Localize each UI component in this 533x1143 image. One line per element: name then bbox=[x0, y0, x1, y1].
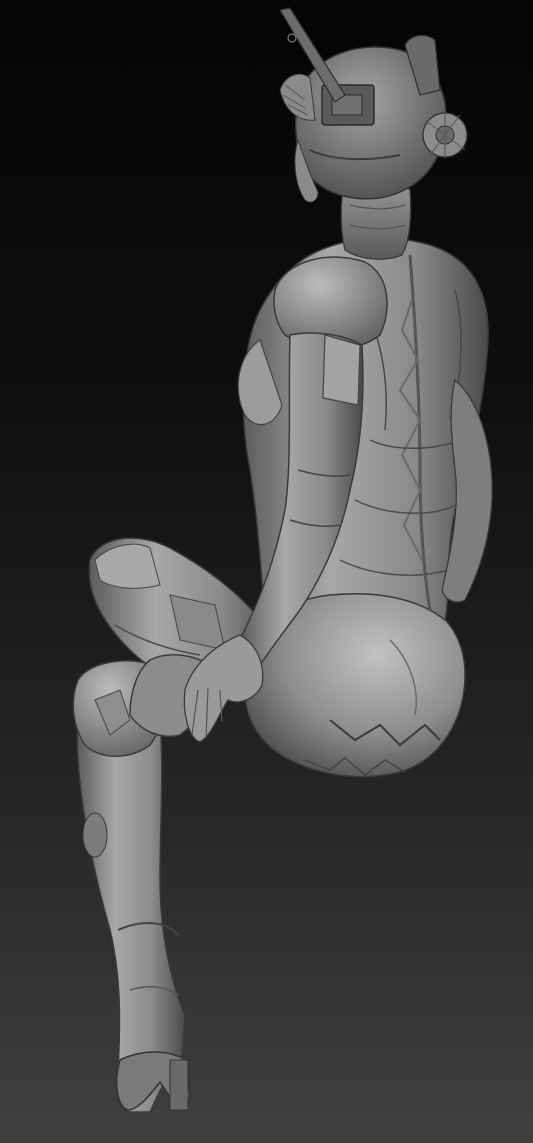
clay-figure-render bbox=[0, 0, 533, 1143]
render-viewport bbox=[0, 0, 533, 1143]
